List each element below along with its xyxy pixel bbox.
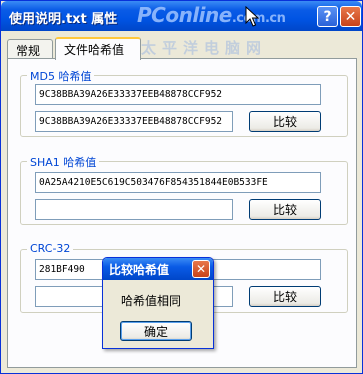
watermark-logo: PConline.com.cn — [137, 3, 286, 27]
tab-general[interactable]: 常规 — [7, 39, 53, 58]
watermark-brand: PConline — [137, 3, 232, 27]
close-icon: ✕ — [344, 8, 357, 25]
md5-compare-field[interactable]: 9C38BBA39A26E33337EEB48878CCF952 — [35, 111, 233, 132]
dialog-title-bar[interactable]: 比较哈希值 ✕ — [103, 258, 213, 280]
dialog-close-button[interactable]: ✕ — [192, 260, 210, 278]
md5-value-field[interactable]: 9C38BBA39A26E33337EEB48878CCF952 — [35, 84, 321, 105]
tab-file-hash-label: 文件哈希值 — [64, 43, 125, 57]
help-button[interactable]: ? — [317, 6, 338, 27]
close-button[interactable]: ✕ — [340, 6, 361, 27]
dialog-message: 哈希值相同 — [121, 294, 182, 308]
crc32-compare-button[interactable]: 比较 — [249, 286, 321, 307]
dialog-title: 比较哈希值 — [109, 263, 170, 277]
watermark-chinese: 太平洋电脑网 — [141, 39, 268, 57]
title-bar[interactable]: 使用说明.txt 属性 PConline.com.cn ? ✕ — [1, 1, 362, 31]
tab-file-hash[interactable]: 文件哈希值 — [55, 37, 141, 60]
md5-compare-button[interactable]: 比较 — [249, 111, 321, 132]
sha1-group: SHA1 哈希值 0A25A4210E5C619C503476F85435184… — [20, 154, 348, 225]
sha1-legend: SHA1 哈希值 — [27, 154, 100, 170]
tab-general-label: 常规 — [16, 44, 41, 58]
crc32-legend: CRC-32 — [27, 242, 74, 255]
dialog-ok-button[interactable]: 确定 — [120, 321, 192, 341]
window-title: 使用说明.txt 属性 — [9, 12, 118, 27]
md5-legend: MD5 哈希值 — [27, 68, 95, 84]
compare-hash-dialog: 比较哈希值 ✕ 哈希值相同 确定 — [102, 257, 214, 349]
properties-window: 使用说明.txt 属性 PConline.com.cn ? ✕ 常规 文件哈希值… — [0, 0, 363, 374]
sha1-compare-button[interactable]: 比较 — [249, 199, 321, 220]
arrow-cursor-icon — [245, 6, 259, 27]
dialog-close-icon: ✕ — [195, 262, 207, 276]
md5-group: MD5 哈希值 9C38BBA39A26E33337EEB48878CCF952… — [20, 68, 348, 137]
help-icon: ? — [323, 8, 332, 25]
sha1-compare-field[interactable] — [35, 199, 233, 220]
sha1-value-field[interactable]: 0A25A4210E5C619C503476F854351844E0B533FE — [35, 172, 321, 193]
